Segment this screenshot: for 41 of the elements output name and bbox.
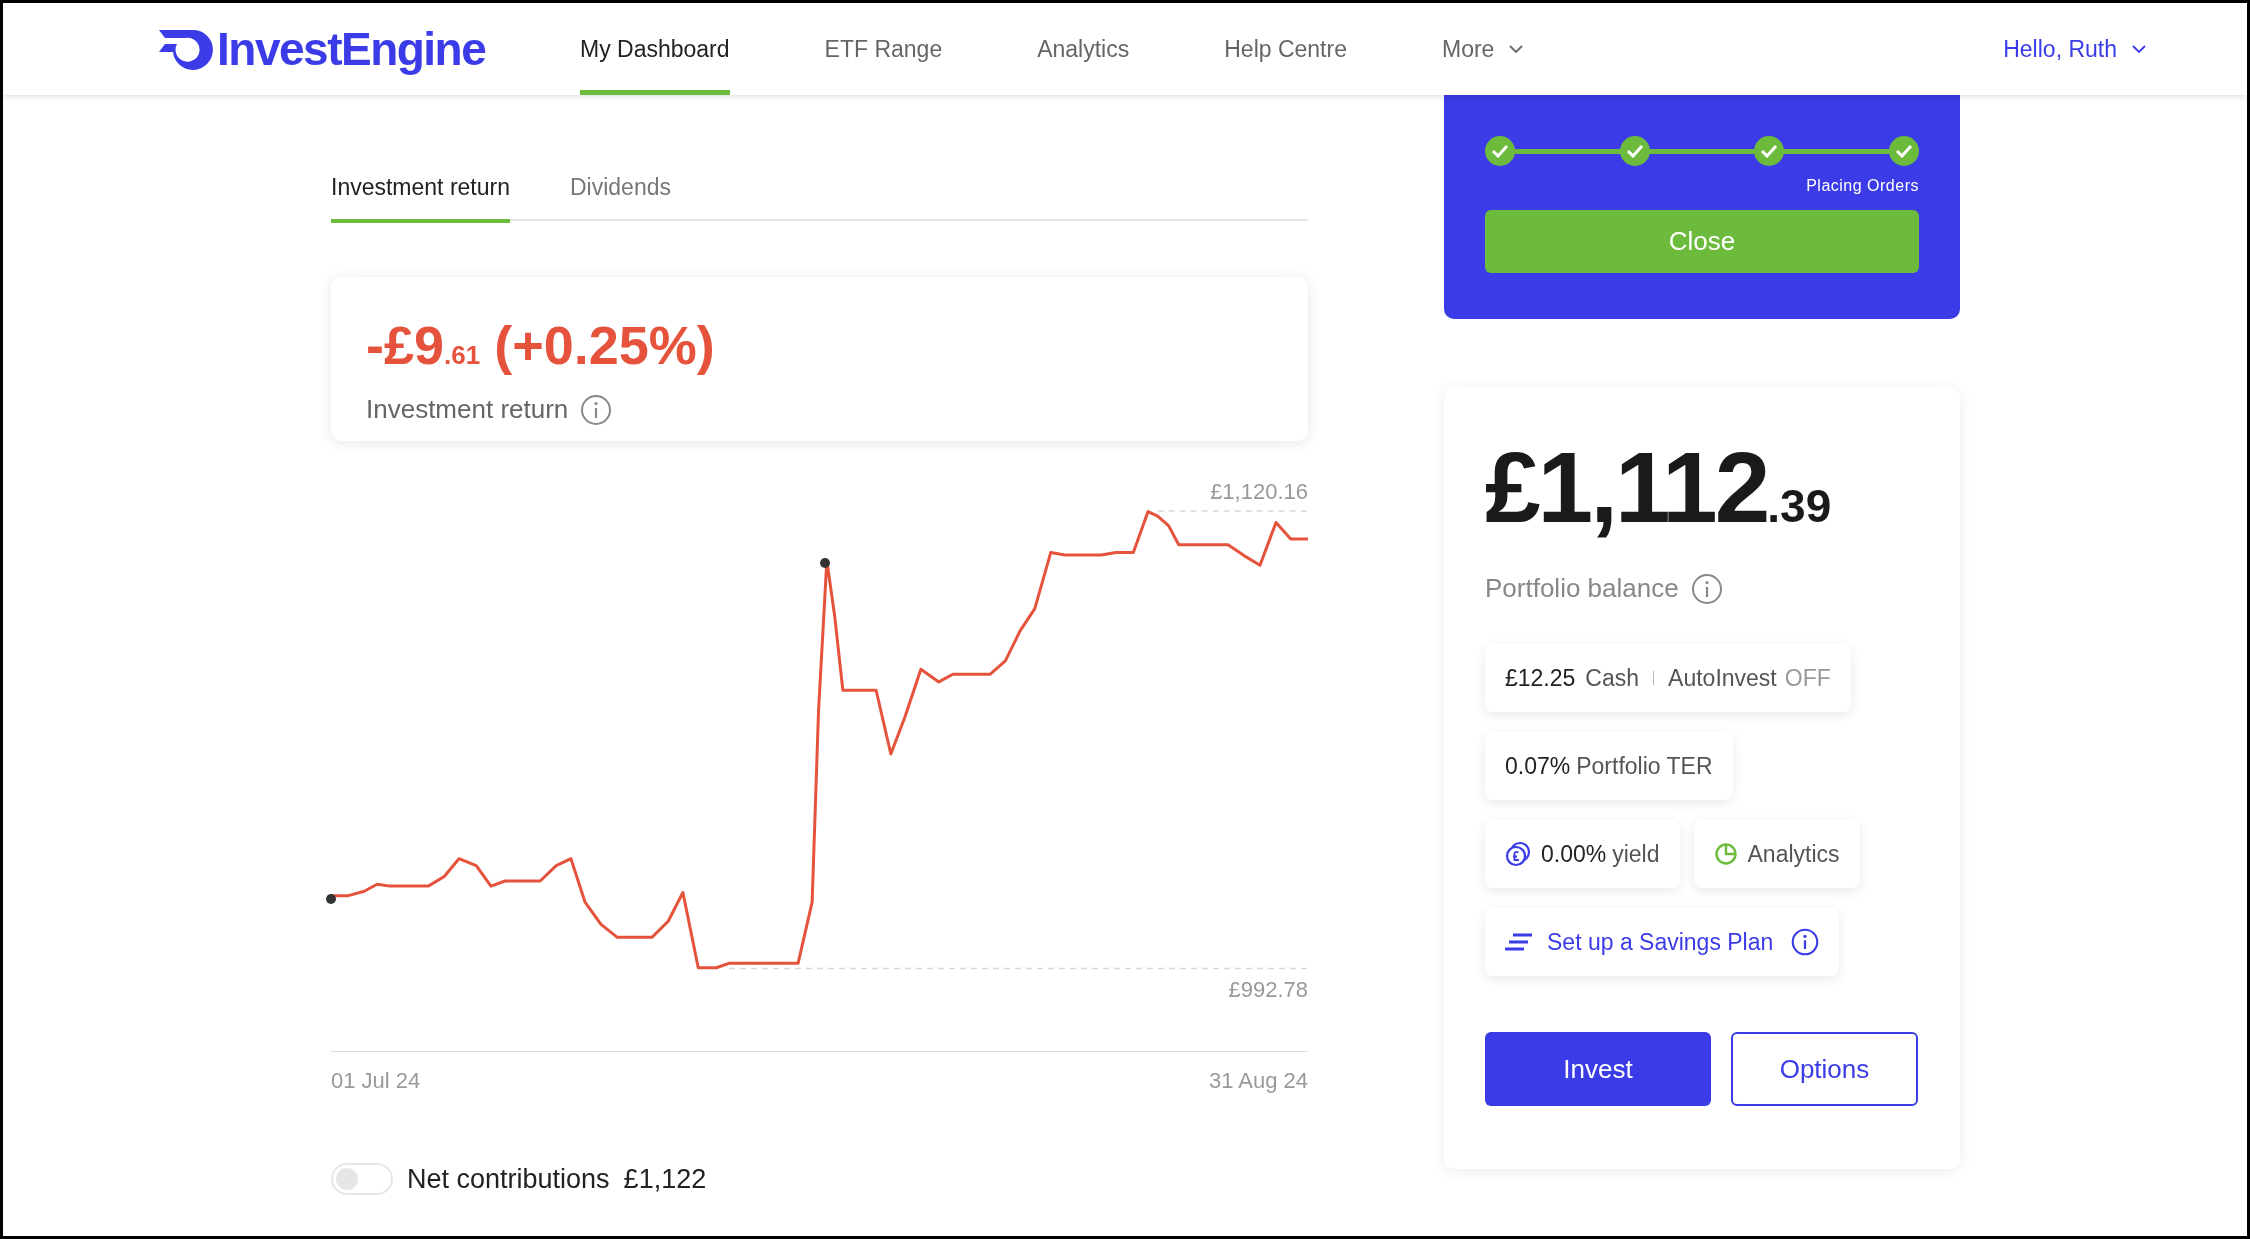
- tab[interactable]: Investment return: [331, 155, 510, 223]
- info-icon[interactable]: [580, 393, 613, 426]
- cash-label: Cash: [1585, 663, 1640, 693]
- return-percent: (+0.25%): [494, 314, 715, 377]
- return-label: Investment return: [366, 393, 569, 426]
- user-menu[interactable]: Hello, Ruth: [2003, 31, 2147, 67]
- balance-label: Portfolio balance: [1485, 572, 1679, 605]
- start-date-label: 01 Jul 24: [331, 1067, 421, 1095]
- net-contributions-value: £1,122: [623, 1163, 707, 1196]
- return-amount: -£9.61: [366, 314, 481, 377]
- nav-link[interactable]: Help Centre: [1224, 3, 1347, 95]
- net-contributions-label: Net contributions: [407, 1163, 610, 1196]
- savings-plan-button[interactable]: Set up a Savings Plan: [1485, 908, 1840, 976]
- options-button[interactable]: Options: [1731, 1032, 1918, 1106]
- autoinvest-label: AutoInvest: [1668, 663, 1777, 693]
- nav-link[interactable]: ETF Range: [824, 3, 943, 95]
- lines-icon: [1505, 932, 1533, 952]
- chevron-down-icon: [2131, 44, 2147, 54]
- yield-label: yield: [1612, 839, 1660, 869]
- min-value-label: £992.78: [1228, 976, 1308, 1004]
- nav-link[interactable]: My Dashboard: [580, 3, 730, 95]
- logo-text[interactable]: InvestEngine: [217, 14, 486, 84]
- balance-decimals: .39: [1767, 483, 1832, 529]
- yield-value: 0.00%: [1541, 839, 1607, 869]
- coins-icon: [1505, 841, 1531, 867]
- info-icon[interactable]: [1690, 572, 1723, 605]
- cash-amount: £12.25: [1505, 663, 1576, 693]
- tab[interactable]: Dividends: [569, 155, 671, 223]
- invest-button[interactable]: Invest: [1485, 1032, 1711, 1106]
- balance-amount: £1,112: [1485, 437, 1768, 537]
- nav-link[interactable]: More: [1441, 3, 1525, 95]
- ter-value: 0.07%: [1505, 751, 1571, 781]
- analytics-button[interactable]: Analytics: [1693, 820, 1860, 888]
- info-icon[interactable]: [1791, 928, 1820, 956]
- ter-label: Portfolio TER: [1576, 751, 1713, 781]
- autoinvest-status: OFF: [1784, 663, 1831, 693]
- pie-chart-icon: [1713, 842, 1738, 866]
- nav-link[interactable]: Analytics: [1037, 3, 1130, 95]
- toggle-switch[interactable]: [331, 1163, 393, 1196]
- end-date-label: 31 Aug 24: [1208, 1067, 1308, 1095]
- step-label: Placing Orders: [1806, 176, 1919, 196]
